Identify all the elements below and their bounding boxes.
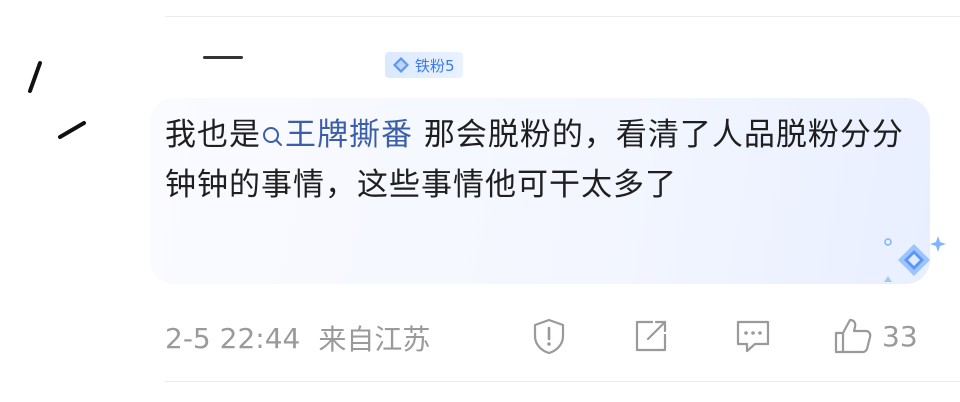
bottom-divider xyxy=(165,381,960,382)
location: 来自江苏 xyxy=(318,323,431,356)
thumbs-up-icon xyxy=(834,318,872,354)
reply-button[interactable] xyxy=(733,316,773,356)
timestamp: 2-5 22:44 xyxy=(165,321,301,355)
fan-badge[interactable]: 铁粉5 xyxy=(385,52,463,78)
diamond-icon xyxy=(393,57,409,73)
like-count: 33 xyxy=(882,319,918,353)
avatar[interactable] xyxy=(20,55,100,155)
search-link[interactable]: 王牌撕番 xyxy=(261,117,413,153)
share-button[interactable] xyxy=(631,316,671,356)
comment-icon xyxy=(736,320,770,353)
fan-badge-label: 铁粉5 xyxy=(415,56,455,75)
comment-meta: 2-5 22:44 来自江苏 xyxy=(165,318,430,358)
search-icon xyxy=(263,127,282,146)
search-link-text: 王牌撕番 xyxy=(285,117,413,153)
share-icon xyxy=(635,320,667,352)
like-button[interactable]: 33 xyxy=(832,316,918,356)
top-divider xyxy=(165,16,960,17)
username-row: 铁粉5 xyxy=(195,50,495,80)
avatar-redacted-strokes xyxy=(28,61,86,139)
comment-text-before: 我也是 xyxy=(165,117,261,153)
username-redacted[interactable] xyxy=(195,52,255,60)
comment-text: 我也是 王牌撕番 那会脱粉的，看清了人品脱粉分分钟钟的事情，这些事情他可干太多了 xyxy=(165,110,905,210)
report-button[interactable] xyxy=(529,316,569,356)
shield-alert-icon xyxy=(533,318,565,355)
bubble-decoration-icon xyxy=(884,236,946,282)
